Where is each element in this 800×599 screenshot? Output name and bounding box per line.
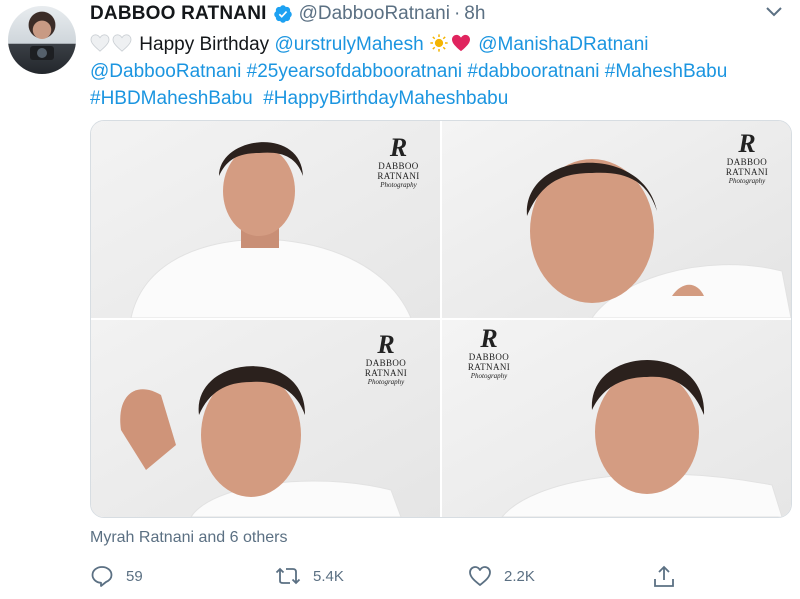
red-heart-icon bbox=[451, 34, 470, 52]
sun-icon bbox=[430, 34, 448, 52]
reply-button[interactable]: 59 bbox=[90, 565, 143, 587]
photographer-logo: R DABBOO RATNANI Photography bbox=[707, 131, 787, 186]
logo-sub: Photography bbox=[728, 177, 766, 185]
retweet-icon bbox=[275, 567, 301, 585]
white-heart-icon bbox=[90, 34, 110, 52]
tweet-photo[interactable]: R DABBOO RATNANI Photography bbox=[442, 121, 791, 318]
liked-by-text[interactable]: Myrah Ratnani and 6 others bbox=[90, 529, 287, 547]
retweet-count: 5.4K bbox=[313, 567, 344, 585]
hashtag-link[interactable]: #dabbooratnani bbox=[467, 61, 599, 82]
photographer-logo: R DABBOO RATNANI Photography bbox=[361, 135, 436, 190]
hashtag-link[interactable]: #MaheshBabu bbox=[605, 61, 728, 82]
author-avatar[interactable] bbox=[8, 6, 76, 74]
hashtag-link[interactable]: #25yearsofdabbooratnani bbox=[247, 61, 463, 82]
logo-brand: DABBOO RATNANI bbox=[725, 157, 769, 177]
share-icon bbox=[654, 565, 674, 587]
separator-dot: · bbox=[453, 3, 461, 24]
camera-icon bbox=[30, 46, 54, 60]
tweet-photo[interactable]: R DABBOO RATNANI Photography bbox=[442, 320, 791, 517]
logo-brand: DABBOO RATNANI bbox=[467, 352, 511, 372]
like-button[interactable]: 2.2K bbox=[468, 565, 535, 587]
photographer-logo: R DABBOO RATNANI Photography bbox=[346, 332, 426, 387]
hashtag-link[interactable]: #HBDMaheshBabu bbox=[90, 88, 253, 109]
logo-brand: DABBOO RATNANI bbox=[377, 161, 420, 181]
tweet-header: DABBOO RATNANI @DabbooRatnani · 8h bbox=[90, 3, 485, 25]
like-icon bbox=[469, 566, 491, 586]
hashtag-link[interactable]: #HappyBirthdayMaheshbabu bbox=[263, 88, 508, 109]
more-options-button[interactable] bbox=[762, 2, 786, 22]
author-handle[interactable]: @DabbooRatnani bbox=[299, 3, 450, 25]
reply-icon bbox=[91, 566, 113, 587]
like-count: 2.2K bbox=[504, 567, 535, 585]
birthday-text: Happy Birthday bbox=[139, 34, 270, 55]
logo-sub: Photography bbox=[367, 378, 405, 386]
retweet-button[interactable]: 5.4K bbox=[275, 565, 344, 587]
mention-link[interactable]: @DabbooRatnani bbox=[90, 61, 241, 82]
logo-sub: Photography bbox=[470, 372, 508, 380]
white-heart-icon bbox=[112, 34, 132, 52]
photographer-logo: R DABBOO RATNANI Photography bbox=[454, 326, 524, 381]
mention-link[interactable]: @ManishaDRatnani bbox=[478, 34, 648, 55]
tweet-text: Happy Birthday @urstrulyMahesh @ManishaD… bbox=[90, 31, 790, 112]
reply-count: 59 bbox=[126, 567, 143, 585]
logo-brand: DABBOO RATNANI bbox=[364, 358, 408, 378]
share-button[interactable] bbox=[652, 565, 688, 589]
chevron-down-icon bbox=[766, 7, 782, 17]
photo-grid: R DABBOO RATNANI Photography R DABBOO RA… bbox=[90, 120, 792, 518]
author-name[interactable]: DABBOO RATNANI bbox=[90, 3, 267, 25]
tweet-photo[interactable]: R DABBOO RATNANI Photography bbox=[91, 320, 440, 517]
mention-link[interactable]: @urstrulyMahesh bbox=[274, 34, 423, 55]
tweet-timestamp[interactable]: 8h bbox=[464, 3, 485, 25]
verified-badge-icon bbox=[273, 5, 292, 23]
logo-sub: Photography bbox=[380, 181, 417, 189]
tweet-actions: 59 5.4K 2.2K bbox=[90, 565, 790, 591]
tweet-photo[interactable]: R DABBOO RATNANI Photography bbox=[91, 121, 440, 318]
